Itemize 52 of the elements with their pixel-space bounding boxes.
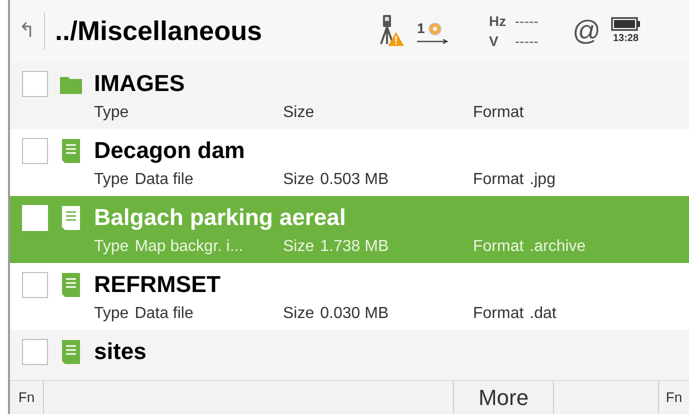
- station-number: 1: [417, 19, 425, 38]
- file-name: Decagon dam: [94, 136, 245, 166]
- battery-icon: [610, 16, 641, 30]
- type-label: Type: [94, 102, 129, 122]
- v-label: V: [489, 32, 500, 51]
- file-name: REFRMSET: [94, 270, 220, 300]
- checkbox[interactable]: [22, 138, 48, 164]
- size-label: Size: [283, 236, 314, 256]
- type-value: Data file: [134, 170, 194, 190]
- document-icon: [62, 340, 80, 364]
- arrow-line-icon: [417, 39, 449, 44]
- type-value: Map backgr. i...: [134, 236, 244, 256]
- clock-time: 13:28: [612, 32, 639, 46]
- format-value: .archive: [530, 236, 586, 256]
- file-name: sites: [94, 337, 146, 366]
- v-value: -----: [515, 32, 538, 51]
- format-label: Format: [473, 236, 524, 256]
- hz-value: -----: [515, 12, 538, 31]
- format-value: .dat: [530, 304, 556, 324]
- format-label: Format: [473, 102, 524, 122]
- file-name: IMAGES: [94, 69, 185, 98]
- checkbox[interactable]: [22, 338, 48, 364]
- type-label: Type: [94, 304, 129, 324]
- softkey-button[interactable]: Fn: [10, 381, 44, 414]
- format-label: Format: [473, 304, 524, 324]
- type-label: Type: [94, 170, 129, 190]
- size-value: 0.030 MB: [320, 304, 389, 324]
- softkey-button[interactable]: Fn: [659, 381, 689, 414]
- softkey-button[interactable]: More: [454, 381, 554, 414]
- size-value: 0.503 MB: [320, 170, 389, 190]
- checkbox[interactable]: [22, 70, 48, 96]
- size-label: Size: [283, 304, 314, 324]
- instrument-warning-icon: [377, 14, 405, 48]
- file-row[interactable]: sites: [10, 330, 689, 380]
- type-value: Data file: [134, 304, 194, 324]
- back-button[interactable]: ↰: [10, 11, 44, 51]
- hz-label: Hz: [489, 12, 508, 31]
- document-icon: [62, 138, 80, 162]
- checkbox[interactable]: [22, 272, 48, 298]
- document-icon: [62, 206, 80, 230]
- document-icon: [62, 272, 80, 296]
- window-title: ../Miscellaneous: [55, 14, 264, 48]
- target-icon: [428, 22, 442, 36]
- file-name: Balgach parking aereal: [94, 203, 346, 232]
- file-row[interactable]: IMAGES Type Size Format: [10, 62, 689, 129]
- format-value: .jpg: [530, 170, 556, 190]
- type-label: Type: [94, 236, 129, 256]
- format-label: Format: [473, 170, 524, 190]
- size-label: Size: [283, 170, 314, 190]
- at-symbol: @: [572, 14, 601, 48]
- size-label: Size: [283, 102, 314, 122]
- size-value: 1.738 MB: [320, 236, 389, 256]
